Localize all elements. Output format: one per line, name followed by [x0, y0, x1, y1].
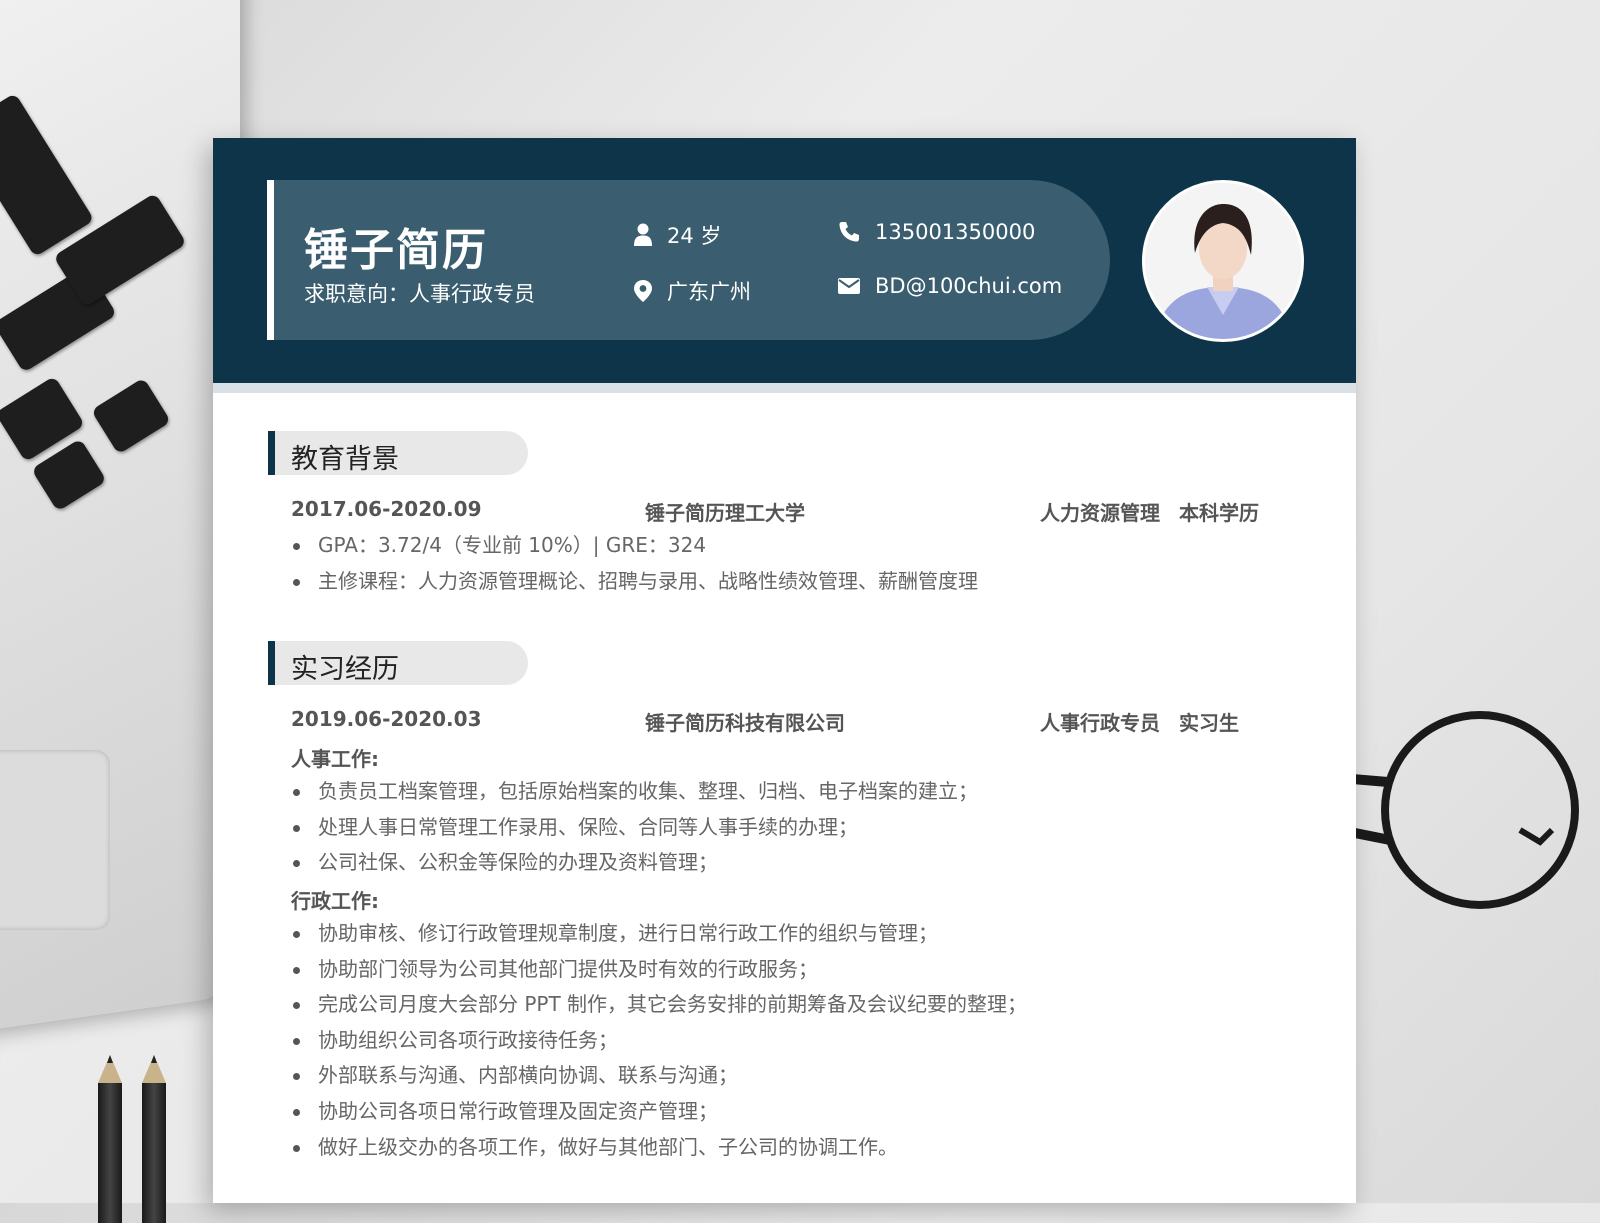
list-item: 公司社保、公积金等保险的办理及资料管理；	[291, 845, 978, 881]
section-title: 教育背景	[291, 444, 399, 475]
section-education: 教育背景	[268, 431, 528, 475]
list-item: 完成公司月度大会部分 PPT 制作，其它会务安排的前期筹备及会议纪要的整理；	[291, 987, 1027, 1023]
age-value: 24 岁	[667, 224, 722, 248]
education-row: 2017.06-2020.09 锤子简历理工大学 人力资源管理 本科学历	[291, 497, 1291, 527]
location-pin-icon	[634, 280, 652, 302]
header-stripe	[213, 383, 1356, 393]
envelope-icon	[838, 278, 860, 294]
candidate-name: 锤子简历	[304, 225, 488, 276]
list-item: 外部联系与沟通、内部横向协调、联系与沟通；	[291, 1058, 1027, 1094]
profile-photo	[1142, 180, 1304, 342]
role-name: 实习生	[1179, 711, 1239, 735]
internship-row: 2019.06-2020.03 锤子简历科技有限公司 人事行政专员 实习生	[291, 707, 1291, 737]
list-item: 做好上级交办的各项工作，做好与其他部门、子公司的协调工作。	[291, 1130, 1027, 1166]
pencil	[98, 1055, 122, 1223]
name-panel: 锤子简历 求职意向：人事行政专员 24 岁 广东广州 135001350000 …	[267, 180, 1110, 340]
list-item: 处理人事日常管理工作录用、保险、合同等人事手续的办理；	[291, 810, 978, 846]
resume-header: 锤子简历 求职意向：人事行政专员 24 岁 广东广州 135001350000 …	[213, 138, 1356, 383]
email-info: BD@100chui.com	[837, 274, 1062, 298]
section-accent	[268, 431, 275, 475]
list-item: 主修课程：人力资源管理概论、招聘与录用、战略性绩效管理、薪酬管度理	[291, 564, 978, 600]
list-item: 协助审核、修订行政管理规章制度，进行日常行政工作的组织与管理；	[291, 916, 1027, 952]
hr-work-title: 人事工作:	[291, 747, 379, 771]
phone-icon	[839, 222, 859, 242]
list-item: 负责员工档案管理，包括原始档案的收集、整理、归档、电子档案的建立；	[291, 774, 978, 810]
laptop-trackpad	[0, 750, 110, 930]
keyboard-key	[0, 92, 95, 258]
avatar-portrait	[1145, 183, 1301, 339]
list-item: 协助组织公司各项行政接待任务；	[291, 1023, 1027, 1059]
keyboard-key	[90, 377, 172, 455]
person-icon	[634, 223, 652, 246]
section-internship: 实习经历	[268, 641, 528, 685]
education-date: 2017.06-2020.09	[291, 497, 482, 521]
position-name: 人事行政专员	[1040, 711, 1160, 735]
pencil	[142, 1055, 166, 1223]
education-bullets: GPA：3.72/4（专业前 10%）| GRE：324 主修课程：人力资源管理…	[291, 528, 978, 599]
location-info: 广东广州	[633, 276, 751, 306]
major-name: 人力资源管理	[1040, 501, 1160, 525]
age-info: 24 岁	[633, 220, 721, 250]
school-name: 锤子简历理工大学	[645, 501, 805, 525]
phone-info: 135001350000	[837, 220, 1035, 244]
phone-value[interactable]: 135001350000	[875, 220, 1035, 244]
list-item: 协助公司各项日常行政管理及固定资产管理；	[291, 1094, 1027, 1130]
job-intent: 求职意向：人事行政专员	[304, 282, 535, 306]
admin-work-list: 协助审核、修订行政管理规章制度，进行日常行政工作的组织与管理； 协助部门领导为公…	[291, 916, 1027, 1165]
degree-name: 本科学历	[1179, 501, 1259, 525]
section-title: 实习经历	[291, 654, 399, 685]
hr-work-list: 负责员工档案管理，包括原始档案的收集、整理、归档、电子档案的建立； 处理人事日常…	[291, 774, 978, 881]
section-accent	[268, 641, 275, 685]
list-item: 协助部门领导为公司其他部门提供及时有效的行政服务；	[291, 952, 1027, 988]
accent-bar	[267, 180, 274, 340]
resume-sheet: 锤子简历 求职意向：人事行政专员 24 岁 广东广州 135001350000 …	[213, 138, 1356, 1203]
eyeglasses-icon	[1340, 711, 1579, 909]
admin-work-title: 行政工作:	[291, 889, 379, 913]
list-item: GPA：3.72/4（专业前 10%）| GRE：324	[291, 528, 978, 564]
email-value[interactable]: BD@100chui.com	[875, 274, 1062, 298]
location-value: 广东广州	[667, 280, 751, 304]
internship-date: 2019.06-2020.03	[291, 707, 482, 731]
laptop-keyboard	[0, 60, 220, 512]
company-name: 锤子简历科技有限公司	[645, 711, 845, 735]
